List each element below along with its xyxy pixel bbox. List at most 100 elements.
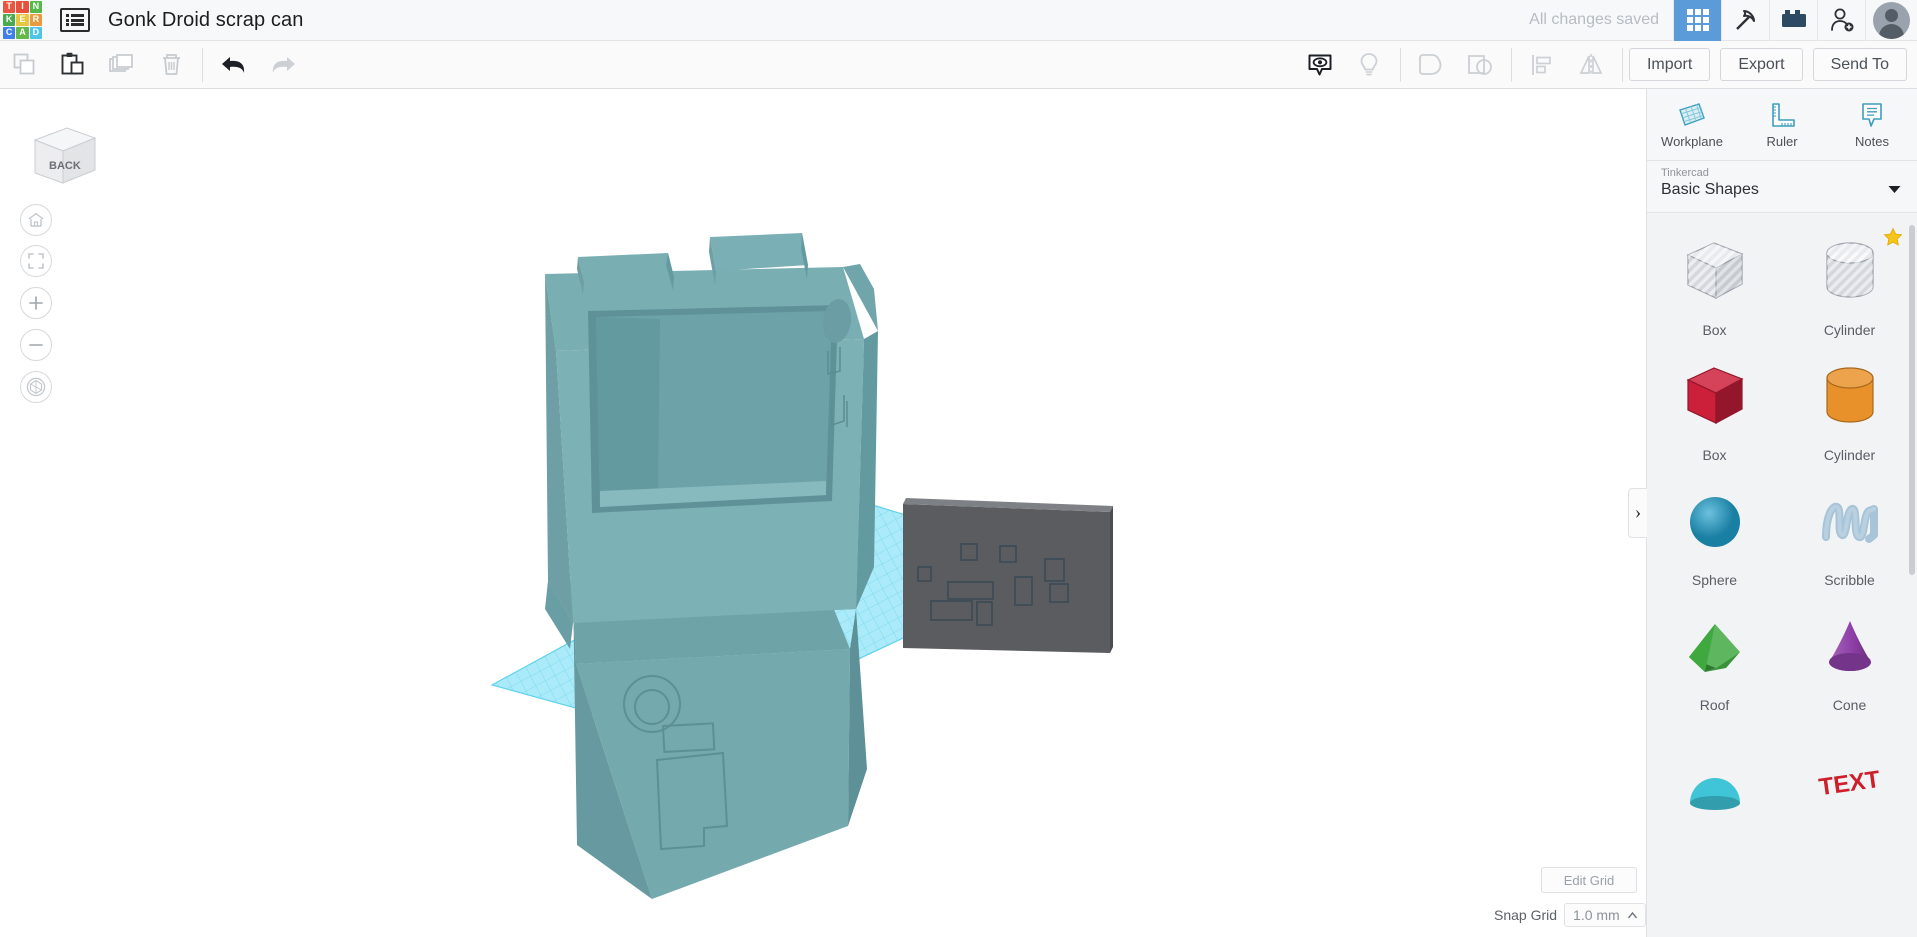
- shape-item-sphere[interactable]: Sphere: [1647, 471, 1782, 596]
- shape-thumbnail: [1782, 346, 1917, 447]
- import-button[interactable]: Import: [1628, 48, 1711, 81]
- lego-brick-icon[interactable]: [1769, 0, 1817, 41]
- workplane-grid-icon: [1679, 102, 1705, 126]
- shape-label: Box: [1702, 447, 1727, 463]
- ungroup-icon[interactable]: [1456, 41, 1505, 89]
- redo-icon[interactable]: [258, 41, 307, 89]
- tinkercad-logo[interactable]: TINKERCAD: [0, 0, 44, 41]
- top-bar-right: All changes saved: [1529, 0, 1917, 41]
- pickaxe-icon[interactable]: [1721, 0, 1769, 41]
- document-title[interactable]: Gonk Droid scrap can: [108, 9, 303, 32]
- logo-tile-e: E: [16, 13, 29, 26]
- shape-item-box[interactable]: Box: [1647, 221, 1782, 346]
- avatar[interactable]: [1865, 0, 1917, 41]
- shapes-panel: › Workplane Ruler Notes Tinkercad Basic …: [1628, 89, 1917, 937]
- panel-tools: Workplane Ruler Notes: [1647, 89, 1917, 161]
- shapes-grid: Box Cylinder Box Cylinder Sphere Scribble Roof…: [1647, 221, 1917, 846]
- snap-grid-control: Snap Grid 1.0 mm: [1494, 903, 1646, 927]
- snap-grid-select[interactable]: 1.0 mm: [1564, 903, 1646, 927]
- shape-thumbnail: [1647, 596, 1782, 697]
- visibility-icon[interactable]: [1296, 41, 1345, 89]
- workplane-tool[interactable]: Workplane: [1647, 89, 1737, 160]
- export-button[interactable]: Export: [1720, 48, 1803, 81]
- shape-label: Box: [1702, 322, 1727, 338]
- copy-icon[interactable]: [0, 41, 49, 89]
- logo-tile-d: D: [29, 26, 42, 39]
- shape-thumbnail: [1647, 471, 1782, 572]
- top-bar: TINKERCAD Gonk Droid scrap can All chang…: [0, 0, 1917, 41]
- shape-thumbnail: TEXT: [1782, 721, 1917, 838]
- paste-icon[interactable]: [49, 41, 98, 89]
- tinkercad-editor: TINKERCAD Gonk Droid scrap can All chang…: [0, 0, 1917, 937]
- shape-thumbnail: [1782, 471, 1917, 572]
- shape-item-roof[interactable]: Roof: [1647, 596, 1782, 721]
- lightbulb-icon[interactable]: [1345, 41, 1394, 89]
- library-value: Basic Shapes: [1661, 181, 1759, 198]
- snap-grid-value: 1.0 mm: [1573, 907, 1620, 923]
- notes-tool-label: Notes: [1855, 133, 1889, 149]
- undo-icon[interactable]: [209, 41, 258, 89]
- shape-label: Roof: [1699, 697, 1730, 713]
- shape-thumbnail: [1647, 721, 1782, 838]
- svg-text:TEXT: TEXT: [1817, 765, 1882, 800]
- shape-label: Scribble: [1824, 572, 1875, 588]
- ruler-icon: [1772, 102, 1795, 127]
- shape-thumbnail: [1647, 346, 1782, 447]
- chevron-up-icon: [1627, 911, 1637, 918]
- snap-grid-label: Snap Grid: [1494, 907, 1558, 923]
- plate-object: [903, 498, 1113, 653]
- notes-bubble-icon: [1862, 102, 1882, 127]
- shape-label: Cylinder: [1823, 322, 1876, 338]
- logo-tile-t: T: [3, 0, 16, 13]
- scene-render[interactable]: [0, 89, 1646, 917]
- toolbar-divider: [1399, 47, 1401, 82]
- notes-tool[interactable]: Notes: [1827, 89, 1917, 160]
- add-person-icon[interactable]: [1817, 0, 1865, 41]
- shape-thumbnail: [1782, 596, 1917, 697]
- toolbar-divider: [1621, 47, 1623, 82]
- grid-view-icon[interactable]: [1673, 0, 1721, 41]
- collapse-panel-handle[interactable]: ›: [1628, 488, 1647, 538]
- send-to-button[interactable]: Send To: [1812, 48, 1907, 81]
- shape-label: Cone: [1832, 697, 1867, 713]
- logo-tile-n: N: [29, 0, 42, 13]
- shape-label: Cylinder: [1823, 447, 1876, 463]
- 3d-viewport[interactable]: BACK: [0, 89, 1646, 917]
- shapes-scroll-area[interactable]: Box Cylinder Box Cylinder Sphere Scribble Roof…: [1647, 213, 1917, 937]
- shape-item-box[interactable]: Box: [1647, 346, 1782, 471]
- edit-grid-button[interactable]: Edit Grid: [1541, 867, 1637, 893]
- library-source-label: Tinkercad: [1661, 167, 1709, 179]
- align-icon[interactable]: [1518, 41, 1567, 89]
- favorite-star-icon[interactable]: [1883, 227, 1903, 252]
- gonk-droid-model: [545, 233, 878, 899]
- ruler-tool-label: Ruler: [1766, 133, 1798, 149]
- shape-label: Sphere: [1691, 572, 1738, 588]
- shape-thumbnail: [1647, 221, 1782, 322]
- edit-toolbar: Import Export Send To: [0, 41, 1917, 89]
- logo-tile-i: I: [16, 0, 29, 13]
- ruler-tool[interactable]: Ruler: [1737, 89, 1827, 160]
- mirror-icon[interactable]: [1567, 41, 1616, 89]
- chevron-down-icon: [1888, 186, 1901, 193]
- shape-item-cylinder[interactable]: Cylinder: [1782, 221, 1917, 346]
- logo-tile-k: K: [3, 13, 16, 26]
- shape-item[interactable]: TEXT: [1782, 721, 1917, 846]
- workplane-tool-label: Workplane: [1661, 133, 1723, 149]
- shape-item-cylinder[interactable]: Cylinder: [1782, 346, 1917, 471]
- shape-item[interactable]: [1647, 721, 1782, 846]
- shape-item-cone[interactable]: Cone: [1782, 596, 1917, 721]
- delete-icon[interactable]: [147, 41, 196, 89]
- shape-library-select[interactable]: Tinkercad Basic Shapes: [1647, 161, 1917, 213]
- duplicate-icon[interactable]: [98, 41, 147, 89]
- shapes-scrollbar[interactable]: [1909, 225, 1915, 575]
- logo-tile-a: A: [16, 26, 29, 39]
- list-icon[interactable]: [60, 8, 90, 32]
- toolbar-divider: [1510, 47, 1512, 82]
- logo-tile-c: C: [3, 26, 16, 39]
- toolbar-divider: [202, 47, 203, 82]
- group-icon[interactable]: [1407, 41, 1456, 89]
- save-status: All changes saved: [1529, 11, 1659, 28]
- toolbar-right-group: Import Export Send To: [1296, 41, 1917, 89]
- logo-tile-r: R: [29, 13, 42, 26]
- shape-item-scribble[interactable]: Scribble: [1782, 471, 1917, 596]
